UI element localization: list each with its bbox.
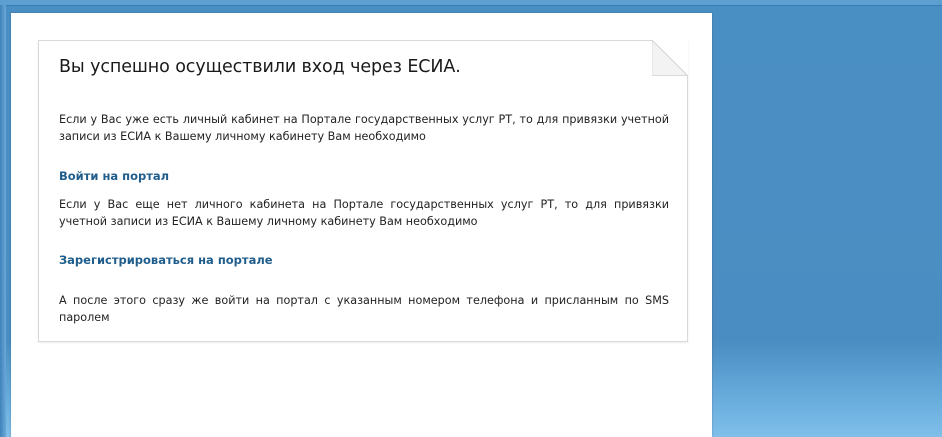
- page-title: Вы успешно осуществили вход через ЕСИА.: [59, 57, 461, 77]
- window-top-strip: [0, 0, 942, 6]
- esia-login-card: Вы успешно осуществили вход через ЕСИА. …: [38, 40, 688, 342]
- content-area: Вы успешно осуществили вход через ЕСИА. …: [11, 13, 712, 437]
- window-left-edge: [0, 5, 6, 437]
- existing-account-text: Если у Вас уже есть личный кабинет на По…: [59, 113, 669, 143]
- new-account-text: Если у Вас еще нет личного кабинета на П…: [59, 198, 669, 228]
- login-portal-link[interactable]: Войти на портал: [59, 169, 169, 183]
- after-login-text: А после этого сразу же войти на портал с…: [59, 294, 669, 324]
- page-fold-corner: [652, 40, 688, 76]
- register-portal-link[interactable]: Зарегистрироваться на портале: [59, 253, 273, 267]
